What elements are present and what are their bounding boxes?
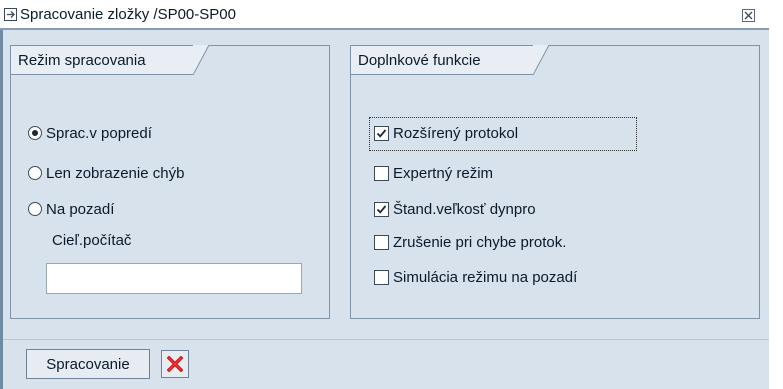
radio-background-label: Na pozadí xyxy=(46,200,115,218)
cancel-button[interactable] xyxy=(161,350,189,378)
target-computer-label: Cieľ.počítač xyxy=(52,232,132,249)
additional-functions-heading-label: Doplnkové funkcie xyxy=(358,52,481,69)
checkbox-checked[interactable] xyxy=(374,125,389,141)
checkbox-standard-screen-size-label: Štand.veľkosť dynpro xyxy=(393,200,536,218)
target-computer-input[interactable] xyxy=(46,263,302,294)
processing-mode-heading-label: Režim spracovania xyxy=(18,52,146,69)
radio-button-selected[interactable] xyxy=(28,126,42,140)
checkbox-simulate-background-label: Simulácia režimu na pozadí xyxy=(393,268,578,286)
radio-errors-only-label: Len zobrazenie chýb xyxy=(46,164,185,182)
window-edge xyxy=(769,0,783,389)
close-icon[interactable] xyxy=(742,9,755,22)
process-button[interactable]: Spracovanie xyxy=(26,349,150,379)
checkbox-simulate-background[interactable]: Simulácia režimu na pozadí xyxy=(374,266,577,288)
radio-errors-only[interactable]: Len zobrazenie chýb xyxy=(28,162,184,184)
radio-button[interactable] xyxy=(28,166,42,180)
checkbox-unchecked[interactable] xyxy=(374,165,389,181)
checkbox-checked[interactable] xyxy=(374,201,389,217)
processing-mode-heading: Režim spracovania xyxy=(10,45,209,75)
checkbox-cancel-on-log-error-label: Zrušenie pri chybe protok. xyxy=(393,233,567,251)
checkbox-standard-screen-size[interactable]: Štand.veľkosť dynpro xyxy=(374,198,536,220)
checkbox-expert-mode-label: Expertný režim xyxy=(393,164,494,182)
window-menu-icon[interactable] xyxy=(4,8,18,21)
footer-divider xyxy=(3,339,769,340)
checkbox-cancel-on-log-error[interactable]: Zrušenie pri chybe protok. xyxy=(374,231,566,253)
radio-button[interactable] xyxy=(28,202,42,216)
radio-background[interactable]: Na pozadí xyxy=(28,198,114,220)
checkbox-unchecked[interactable] xyxy=(374,269,389,285)
radio-foreground-label: Sprac.v popredí xyxy=(46,124,152,142)
checkbox-extended-log-label: Rozšírený protokol xyxy=(393,124,519,142)
radio-foreground-processing[interactable]: Sprac.v popredí xyxy=(28,122,152,144)
additional-functions-heading: Doplnkové funkcie xyxy=(350,45,549,75)
dialog-title-bar: Spracovanie zložky /SP00-SP00 xyxy=(0,0,769,30)
checkbox-extended-log[interactable]: Rozšírený protokol xyxy=(374,122,518,144)
checkbox-unchecked[interactable] xyxy=(374,234,389,250)
checkbox-expert-mode[interactable]: Expertný režim xyxy=(374,162,493,184)
dialog-title: Spracovanie zložky /SP00-SP00 xyxy=(20,6,236,23)
